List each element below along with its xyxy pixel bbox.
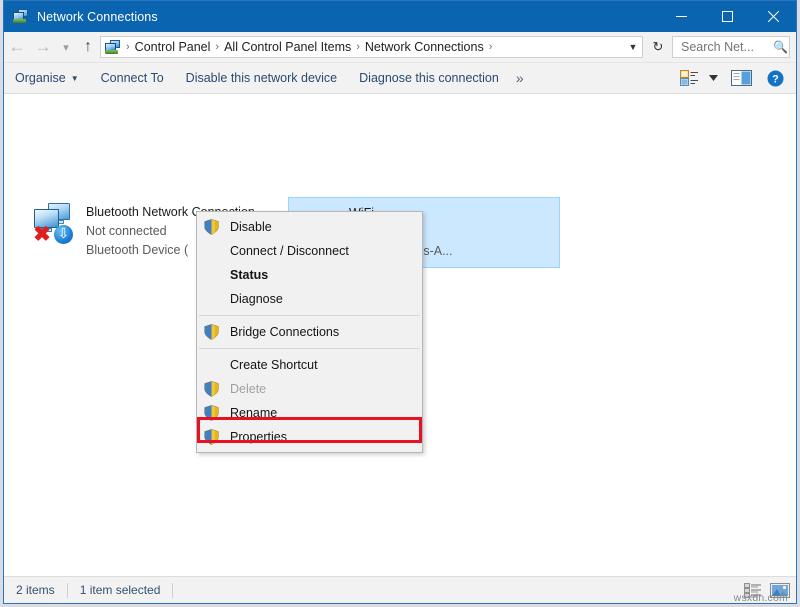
selection-label: 1 item selected	[68, 583, 173, 597]
menu-item-connect-disconnect[interactable]: Connect / Disconnect	[197, 239, 422, 263]
menu-item-rename[interactable]: Rename	[197, 401, 422, 425]
minimize-button[interactable]	[658, 1, 704, 32]
toolbar-item-disable-device[interactable]: Disable this network device	[175, 63, 348, 93]
menu-item-label: Delete	[230, 382, 266, 396]
view-options-caret-icon[interactable]	[705, 63, 722, 93]
shield-icon	[203, 428, 221, 446]
disconnected-x-icon: ✖	[33, 226, 51, 244]
status-bar: 2 items 1 item selected	[4, 576, 796, 603]
address-bar: ← → ▾ ↑ › Control Panel › All Control Pa…	[4, 32, 796, 63]
breadcrumb-separator: ›	[354, 41, 362, 53]
breadcrumb-separator: ›	[124, 41, 132, 53]
watermark-label: wsxdn.com	[734, 592, 788, 604]
network-connections-window: Network Connections ← → ▾ ↑ › Contro	[3, 0, 797, 604]
item-count-label: 2 items	[4, 583, 67, 597]
search-icon[interactable]: 🔍	[773, 40, 788, 54]
up-arrow-icon[interactable]: ↑	[76, 32, 100, 62]
shield-icon	[203, 404, 221, 422]
shield-icon	[203, 380, 221, 398]
menu-icon-placeholder	[203, 290, 221, 308]
recent-locations-icon[interactable]: ▾	[56, 32, 76, 62]
chevron-down-icon: ▼	[71, 74, 79, 83]
toolbar-label: Organise	[15, 71, 66, 85]
breadcrumb-network-connections[interactable]: Network Connections	[362, 40, 487, 54]
menu-icon-placeholder	[203, 356, 221, 374]
menu-item-disable[interactable]: Disable	[197, 215, 422, 239]
search-box[interactable]: 🔍	[672, 36, 790, 58]
menu-item-label: Status	[230, 268, 268, 282]
menu-item-label: Connect / Disconnect	[230, 244, 349, 258]
shield-icon	[203, 323, 221, 341]
toolbar-label: Connect To	[101, 71, 164, 85]
menu-separator	[199, 315, 420, 316]
menu-item-label: Diagnose	[230, 292, 283, 306]
menu-item-label: Create Shortcut	[230, 358, 318, 372]
bluetooth-network-adapter-icon: ✖ ⇩	[32, 201, 80, 245]
window-title: Network Connections	[37, 10, 158, 24]
breadcrumb-all-control-panel-items[interactable]: All Control Panel Items	[221, 40, 354, 54]
toolbar-overflow-button[interactable]: »	[510, 63, 530, 93]
menu-item-label: Properties	[230, 430, 287, 444]
bluetooth-badge-icon: ⇩	[54, 225, 73, 244]
breadcrumb-control-panel[interactable]: Control Panel	[132, 40, 214, 54]
toolbar-label: Diagnose this connection	[359, 71, 499, 85]
toolbar-label: Disable this network device	[186, 71, 337, 85]
menu-item-label: Rename	[230, 406, 277, 420]
context-menu: Disable Connect / Disconnect Status Diag…	[196, 211, 423, 453]
svg-text:?: ?	[772, 73, 779, 85]
back-arrow-icon[interactable]: ←	[4, 32, 30, 62]
control-panel-icon	[105, 39, 121, 55]
menu-item-status[interactable]: Status	[197, 263, 422, 287]
preview-pane-icon[interactable]	[722, 63, 761, 93]
breadcrumb-separator: ›	[487, 41, 495, 53]
toolbar-item-diagnose[interactable]: Diagnose this connection	[348, 63, 510, 93]
title-bar: Network Connections	[4, 1, 796, 32]
connections-list: ✖ ⇩ Bluetooth Network Connection Not con…	[4, 94, 796, 576]
search-input[interactable]	[679, 39, 771, 55]
chevron-down-icon[interactable]: ▼	[624, 37, 642, 57]
toolbar-item-organise[interactable]: Organise ▼	[4, 63, 90, 93]
refresh-icon[interactable]: ↻	[647, 36, 669, 58]
menu-icon-placeholder	[203, 266, 221, 284]
menu-item-diagnose[interactable]: Diagnose	[197, 287, 422, 311]
menu-item-label: Disable	[230, 220, 272, 234]
menu-item-delete: Delete	[197, 377, 422, 401]
forward-arrow-icon[interactable]: →	[30, 32, 56, 62]
toolbar-item-connect-to[interactable]: Connect To	[90, 63, 175, 93]
close-button[interactable]	[750, 1, 796, 32]
view-options-icon[interactable]	[674, 63, 705, 93]
maximize-button[interactable]	[704, 1, 750, 32]
status-divider	[172, 583, 173, 598]
menu-item-bridge-connections[interactable]: Bridge Connections	[197, 320, 422, 344]
shield-icon	[203, 218, 221, 236]
help-icon[interactable]: ?	[761, 63, 796, 93]
menu-icon-placeholder	[203, 242, 221, 260]
menu-item-properties[interactable]: Properties	[197, 425, 422, 449]
window-controls	[658, 1, 796, 32]
menu-item-label: Bridge Connections	[230, 325, 339, 339]
command-toolbar: Organise ▼ Connect To Disable this netwo…	[4, 63, 796, 94]
breadcrumb[interactable]: › Control Panel › All Control Panel Item…	[100, 36, 643, 58]
breadcrumb-separator: ›	[213, 41, 221, 53]
menu-separator	[199, 348, 420, 349]
menu-item-create-shortcut[interactable]: Create Shortcut	[197, 353, 422, 377]
network-connections-icon	[13, 9, 29, 25]
